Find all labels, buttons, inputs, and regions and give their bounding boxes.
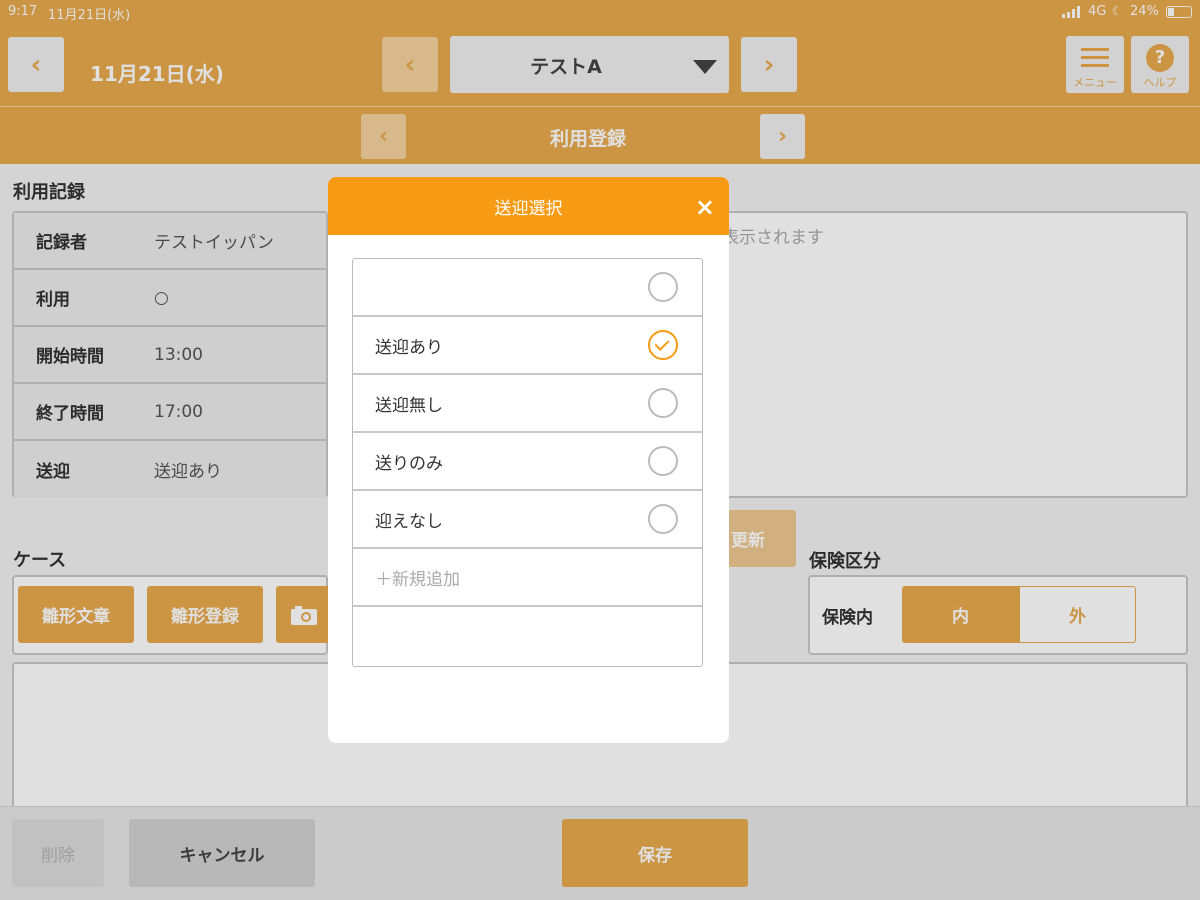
option-transport-none[interactable]: 送迎無し	[353, 375, 702, 433]
radio-icon	[648, 272, 678, 302]
close-icon[interactable]: ×	[695, 193, 715, 221]
radio-icon	[648, 504, 678, 534]
add-new-option[interactable]: ＋新規追加	[353, 549, 702, 607]
option-label: 送迎あり	[375, 337, 443, 358]
modal-title: 送迎選択	[494, 198, 563, 219]
option-dropoff-only[interactable]: 送りのみ	[353, 433, 702, 491]
option-empty-row	[353, 607, 702, 665]
modal-header: 送迎選択 ×	[328, 177, 729, 235]
option-label: 迎えなし	[375, 511, 443, 532]
option-list: 送迎あり 送迎無し 送りのみ 迎えなし ＋新規追加	[352, 258, 703, 667]
option-label: 送迎無し	[375, 395, 443, 416]
option-transport-yes[interactable]: 送迎あり	[353, 317, 702, 375]
radio-icon	[648, 446, 678, 476]
add-new-label: ＋新規追加	[375, 569, 460, 590]
radio-icon	[648, 388, 678, 418]
option-blank[interactable]	[353, 259, 702, 317]
radio-checked-icon	[648, 330, 678, 360]
option-no-pickup[interactable]: 迎えなし	[353, 491, 702, 549]
transport-select-modal: 送迎選択 × 送迎あり 送迎無し 送りのみ 迎えなし ＋新規追加	[328, 177, 729, 743]
option-label: 送りのみ	[375, 453, 443, 474]
